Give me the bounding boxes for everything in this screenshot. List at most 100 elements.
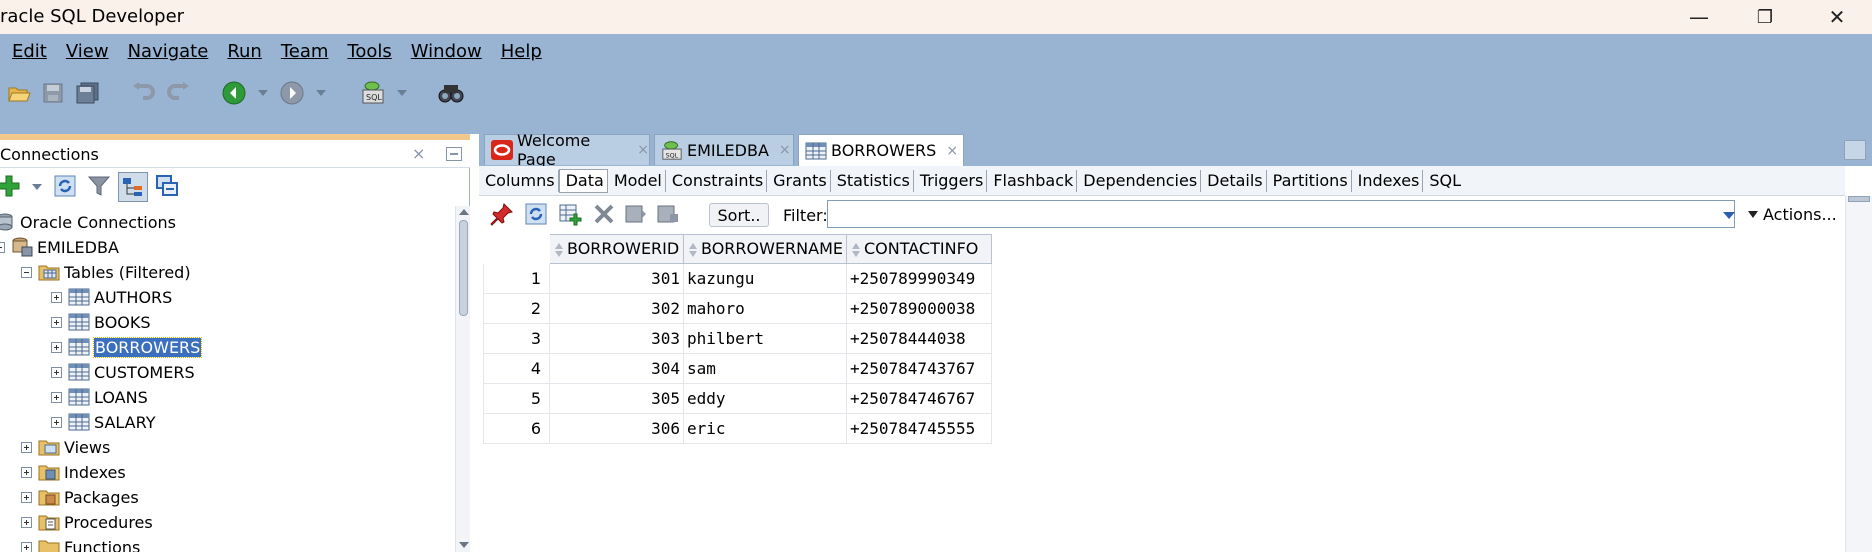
subtab-sql[interactable]: SQL [1423, 170, 1464, 192]
sql-worksheet-icon[interactable]: SQL [360, 80, 386, 106]
tab-welcome-page[interactable]: Welcome Page × [484, 131, 650, 169]
editor-restore-button[interactable] [1844, 140, 1866, 160]
cell-borrowername[interactable]: sam [683, 353, 847, 384]
undo-icon[interactable] [130, 80, 156, 106]
cell-borrowerid[interactable]: 302 [549, 293, 684, 324]
cell-borrowername[interactable]: eddy [683, 383, 847, 414]
tree-node-procedures[interactable]: Procedures [21, 510, 153, 534]
new-connection-icon[interactable] [0, 173, 22, 199]
tree-node-borrowers[interactable]: BORROWERS [51, 335, 203, 359]
row-number[interactable]: 2 [483, 293, 550, 324]
tree-node-tables[interactable]: Tables (Filtered) [21, 260, 191, 284]
expand-toggle-icon[interactable] [51, 391, 62, 403]
collapse-all-icon[interactable] [154, 173, 180, 199]
tab-close-icon[interactable]: × [779, 142, 791, 158]
expand-toggle-icon[interactable] [21, 516, 32, 528]
save-icon[interactable] [40, 80, 66, 106]
new-connection-dropdown-icon[interactable] [32, 184, 42, 190]
freeze-view-pin-icon[interactable] [489, 201, 515, 227]
subtab-indexes[interactable]: Indexes [1352, 169, 1424, 192]
table-row[interactable]: 3 303 philbert +25078444038 [483, 323, 992, 354]
tree-node-functions[interactable]: Functions [21, 535, 140, 552]
connections-minimize-button[interactable] [446, 147, 462, 161]
row-number[interactable]: 4 [483, 353, 550, 384]
restore-button[interactable]: ❐ [1730, 0, 1800, 34]
column-header-contactinfo[interactable]: CONTACTINFO [846, 234, 992, 264]
open-folder-icon[interactable] [6, 80, 32, 106]
subtab-columns[interactable]: Columns [479, 169, 559, 192]
row-number[interactable]: 6 [483, 413, 550, 444]
forward-icon[interactable] [279, 80, 305, 106]
forward-dropdown-icon[interactable] [316, 90, 326, 96]
cell-borrowerid[interactable]: 301 [549, 263, 684, 294]
table-row[interactable]: 4 304 sam +250784743767 [483, 353, 992, 384]
delete-row-icon[interactable] [591, 201, 617, 227]
cell-contactinfo[interactable]: +250784746767 [846, 383, 992, 414]
tree-node-books[interactable]: BOOKS [51, 310, 151, 334]
subtab-flashback[interactable]: Flashback [987, 169, 1078, 192]
cell-borrowerid[interactable]: 305 [549, 383, 684, 414]
cell-borrowername[interactable]: kazungu [683, 263, 847, 294]
cell-contactinfo[interactable]: +250784745555 [846, 413, 992, 444]
sort-button[interactable]: Sort.. [709, 203, 769, 227]
expand-toggle-icon[interactable] [51, 341, 62, 353]
connections-close-button[interactable]: × [412, 144, 425, 163]
menu-team[interactable]: Team [269, 40, 336, 66]
row-number[interactable]: 5 [483, 383, 550, 414]
subtab-details[interactable]: Details [1201, 169, 1267, 192]
tree-scroll-thumb[interactable] [459, 220, 468, 316]
subtab-model[interactable]: Model [608, 169, 666, 192]
column-header-borrowername[interactable]: BORROWERNAME [683, 234, 847, 264]
table-row[interactable]: 2 302 mahoro +250789000038 [483, 293, 992, 324]
expand-toggle-icon[interactable] [51, 316, 62, 328]
tree-node-views[interactable]: Views [21, 435, 110, 459]
filter-input[interactable] [827, 200, 1735, 228]
tree-node-customers[interactable]: CUSTOMERS [51, 360, 195, 384]
redo-icon[interactable] [166, 80, 192, 106]
cell-borrowerid[interactable]: 304 [549, 353, 684, 384]
tree-node-oracle-connections[interactable]: Oracle Connections [0, 210, 176, 234]
subtab-dependencies[interactable]: Dependencies [1077, 169, 1202, 192]
expand-toggle-icon[interactable] [21, 541, 32, 552]
refresh-icon[interactable] [52, 173, 78, 199]
schema-browser-icon[interactable] [118, 172, 148, 202]
subtab-statistics[interactable]: Statistics [831, 169, 914, 192]
tree-node-authors[interactable]: AUTHORS [51, 285, 172, 309]
column-header-borrowerid[interactable]: BORROWERID [549, 234, 684, 264]
filter-dropdown-icon[interactable] [1723, 212, 1735, 219]
tree-node-salary[interactable]: SALARY [51, 410, 156, 434]
tree-scrollbar[interactable] [455, 206, 470, 552]
subtab-constraints[interactable]: Constraints [666, 169, 768, 192]
table-row[interactable]: 5 305 eddy +250784746767 [483, 383, 992, 414]
cell-borrowerid[interactable]: 303 [549, 323, 684, 354]
tab-close-icon[interactable]: × [637, 142, 649, 158]
commit-icon[interactable] [623, 201, 649, 227]
subtab-partitions[interactable]: Partitions [1267, 169, 1352, 192]
menu-tools[interactable]: Tools [335, 40, 398, 66]
expand-toggle-icon[interactable] [51, 366, 62, 378]
sql-worksheet-dropdown-icon[interactable] [397, 90, 407, 96]
back-icon[interactable] [221, 80, 247, 106]
menu-navigate[interactable]: Navigate [116, 40, 216, 66]
save-all-icon[interactable] [75, 80, 101, 106]
back-dropdown-icon[interactable] [258, 90, 268, 96]
cell-contactinfo[interactable]: +250784743767 [846, 353, 992, 384]
tab-close-icon[interactable]: × [946, 143, 958, 159]
collapse-toggle-icon[interactable] [21, 266, 32, 278]
actions-button[interactable]: Actions... [1743, 201, 1841, 227]
table-row[interactable]: 6 306 eric +250784745555 [483, 413, 992, 444]
table-row[interactable]: 1 301 kazungu +250789990349 [483, 263, 992, 294]
close-button[interactable]: ✕ [1802, 0, 1872, 34]
cell-borrowername[interactable]: philbert [683, 323, 847, 354]
subtab-data[interactable]: Data [558, 168, 608, 193]
expand-toggle-icon[interactable] [21, 466, 32, 478]
tree-node-emiledba[interactable]: EMILEDBA [0, 235, 119, 259]
subtab-grants[interactable]: Grants [767, 169, 831, 192]
cell-contactinfo[interactable]: +25078444038 [846, 323, 992, 354]
rollback-icon[interactable] [655, 201, 681, 227]
tab-emiledba[interactable]: SQL EMILEDBA × [654, 134, 794, 165]
expand-toggle-icon[interactable] [21, 441, 32, 453]
insert-row-icon[interactable] [557, 201, 583, 227]
cell-borrowername[interactable]: eric [683, 413, 847, 444]
subtab-triggers[interactable]: Triggers [914, 169, 988, 192]
